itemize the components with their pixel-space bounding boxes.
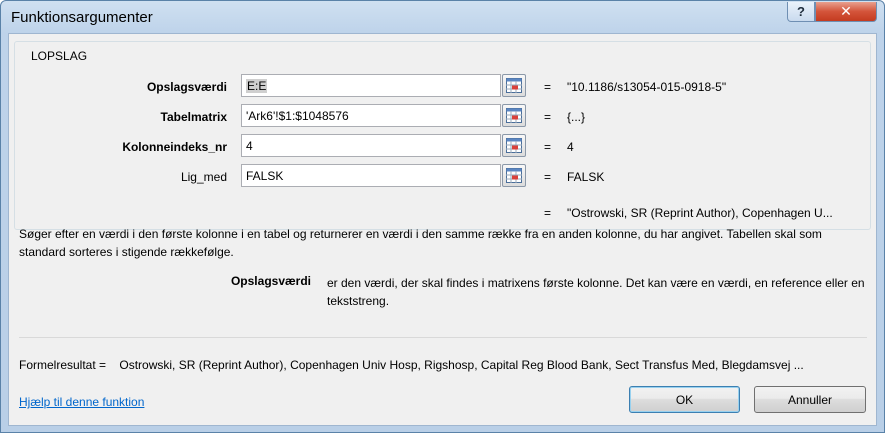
dialog-body: LOPSLAG Opslagsværdi E:E = "10.1186/s130…: [8, 33, 877, 426]
arg-label-opslagsvaerdi: Opslagsværdi: [146, 80, 227, 94]
arg-label-tabelmatrix: Tabelmatrix: [160, 110, 227, 124]
arg-result-opslagsvaerdi: "10.1186/s13054-015-0918-5": [567, 80, 727, 94]
formula-result-label: Formelresultat =: [19, 358, 107, 372]
range-picker-icon: [506, 138, 522, 153]
function-description: Søger efter en værdi i den første kolonn…: [19, 227, 822, 259]
formula-result: Formelresultat = Ostrowski, SR (Reprint …: [19, 358, 804, 372]
range-picker-icon: [506, 168, 522, 183]
param-help-name: Opslagsværdi: [230, 274, 311, 288]
range-select-button[interactable]: [502, 104, 526, 127]
arg-input-tabelmatrix[interactable]: 'Ark6'!$1:$1048576: [241, 104, 501, 127]
equals-sign: =: [544, 206, 552, 220]
dialog-title: Funktionsargumenter: [11, 9, 153, 26]
ok-button[interactable]: OK: [629, 386, 740, 413]
equals-sign: =: [544, 140, 552, 154]
arg-input-lig-med[interactable]: FALSK: [241, 164, 501, 187]
equals-sign: =: [544, 110, 552, 124]
function-name: LOPSLAG: [29, 49, 90, 63]
range-picker-icon: [506, 78, 522, 93]
arg-result-kolonneindeks: 4: [567, 140, 574, 154]
help-link[interactable]: Hjælp til denne funktion: [19, 395, 144, 409]
arg-label-kolonneindeks: Kolonneindeks_nr: [122, 140, 227, 154]
arg-input-kolonneindeks[interactable]: 4: [241, 134, 501, 157]
range-picker-icon: [506, 108, 522, 123]
arg-input-opslagsvaerdi[interactable]: E:E: [241, 74, 501, 97]
arg-input-value: E:E: [246, 79, 268, 93]
dialog-window: Funktionsargumenter ? ✕ LOPSLAG Opslagsv…: [0, 0, 885, 433]
divider: [19, 337, 867, 338]
range-select-button[interactable]: [502, 74, 526, 97]
help-button[interactable]: ?: [787, 2, 815, 22]
equals-sign: =: [544, 170, 552, 184]
close-button[interactable]: ✕: [815, 2, 877, 22]
param-help-text: er den værdi, der skal findes i matrixen…: [327, 276, 865, 308]
function-result: "Ostrowski, SR (Reprint Author), Copenha…: [567, 206, 833, 220]
arg-result-tabelmatrix: {...}: [567, 110, 586, 124]
cancel-button[interactable]: Annuller: [754, 386, 866, 413]
arg-label-lig-med: Lig_med: [180, 170, 227, 184]
arg-result-lig-med: FALSK: [567, 170, 605, 184]
range-select-button[interactable]: [502, 164, 526, 187]
equals-sign: =: [544, 80, 552, 94]
range-select-button[interactable]: [502, 134, 526, 157]
title-bar[interactable]: Funktionsargumenter ? ✕: [1, 1, 884, 33]
formula-result-value: Ostrowski, SR (Reprint Author), Copenhag…: [119, 358, 804, 372]
